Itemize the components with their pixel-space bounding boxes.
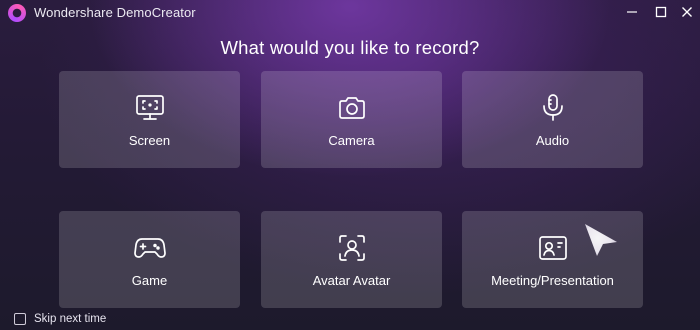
screen-label: Screen: [128, 133, 171, 148]
audio-label: Audio: [535, 133, 570, 148]
screen-capture-icon: [134, 92, 166, 124]
game-label: Game: [131, 273, 168, 288]
meeting-label: Meeting/Presentation: [491, 273, 614, 288]
avatar-scan-icon: [336, 232, 368, 264]
record-camera-button[interactable]: Camera: [261, 71, 442, 168]
maximize-button[interactable]: [650, 3, 672, 21]
close-icon: [682, 7, 692, 17]
app-title: Wondershare DemoCreator: [34, 5, 196, 20]
minimize-icon: [627, 11, 637, 13]
microphone-icon: [537, 92, 569, 124]
camera-label: Camera: [328, 133, 375, 148]
title-bar: Wondershare DemoCreator: [0, 0, 700, 26]
record-game-button[interactable]: Game: [59, 211, 240, 308]
record-avatar-button[interactable]: Avatar Avatar: [261, 211, 442, 308]
skip-next-time-checkbox[interactable]: Skip next time: [14, 313, 106, 325]
record-audio-button[interactable]: Audio: [462, 71, 643, 168]
maximize-icon: [655, 6, 667, 18]
camera-icon: [336, 92, 368, 124]
checkbox-box[interactable]: [14, 313, 26, 325]
minimize-button[interactable]: [621, 3, 643, 21]
mouse-pointer-icon: [585, 224, 617, 256]
avatar-label: Avatar Avatar: [312, 273, 391, 288]
record-screen-button[interactable]: Screen: [59, 71, 240, 168]
app-logo-icon: [8, 4, 26, 22]
close-button[interactable]: [676, 3, 698, 21]
page-title: What would you like to record?: [220, 37, 480, 58]
skip-label: Skip next time: [34, 313, 107, 325]
presentation-icon: [537, 232, 569, 264]
gamepad-icon: [133, 232, 166, 264]
